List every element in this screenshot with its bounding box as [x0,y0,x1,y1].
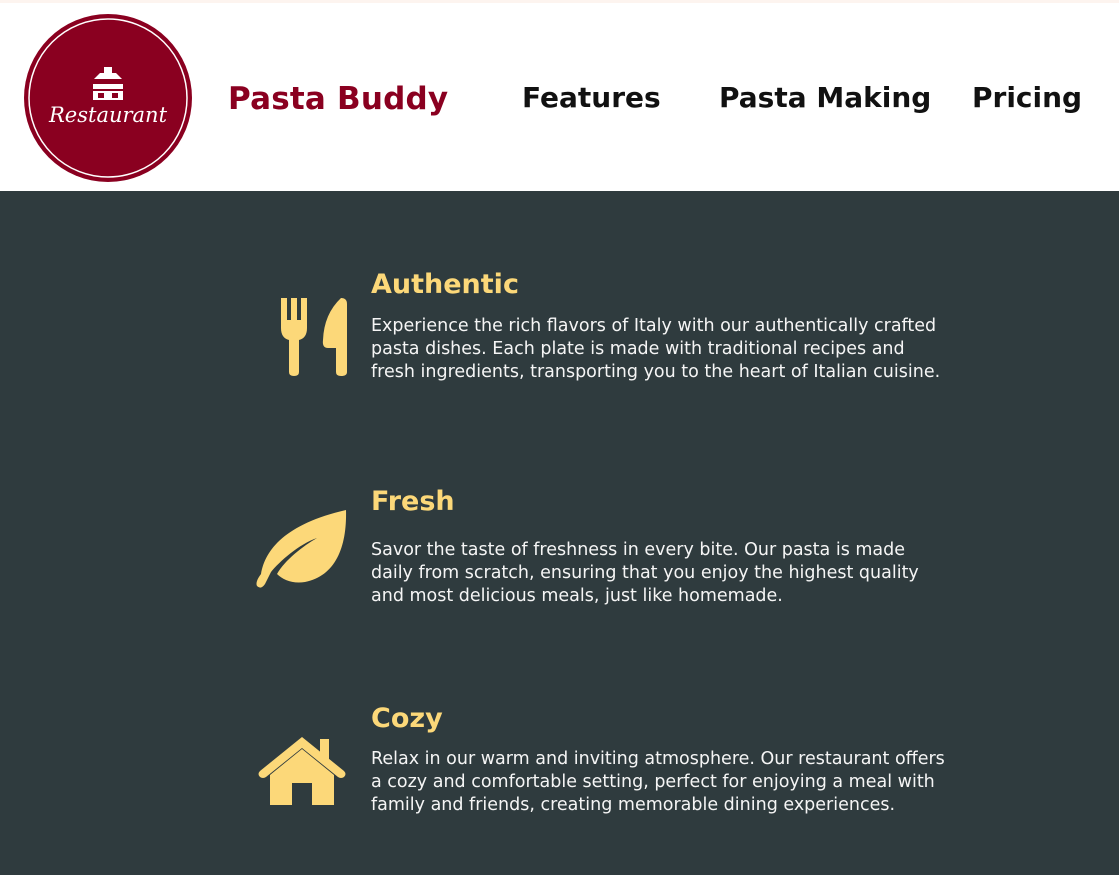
nav-pasta-making[interactable]: Pasta Making [719,81,931,114]
feature-text: Relax in our warm and inviting atmospher… [371,749,945,815]
nav-pricing[interactable]: Pricing [972,81,1082,114]
feature-text: Savor the taste of freshness in every bi… [371,540,919,606]
feature-title: Fresh [371,486,455,517]
brand-name[interactable]: Pasta Buddy [228,81,448,117]
feature-title: Cozy [371,703,443,734]
leaf-icon [256,510,347,588]
site-header: Restaurant Pasta Buddy Features Pasta Ma… [0,3,1119,191]
features-section: Authentic Experience the rich flavors of… [0,191,1119,875]
feature-title: Authentic [371,269,519,300]
restaurant-logo[interactable]: Restaurant [22,12,194,184]
utensils-icon [281,298,347,376]
house-icon [258,737,346,805]
logo-text: Restaurant [48,103,168,127]
feature-text: Experience the rich flavors of Italy wit… [371,316,941,382]
nav-features[interactable]: Features [522,81,661,114]
